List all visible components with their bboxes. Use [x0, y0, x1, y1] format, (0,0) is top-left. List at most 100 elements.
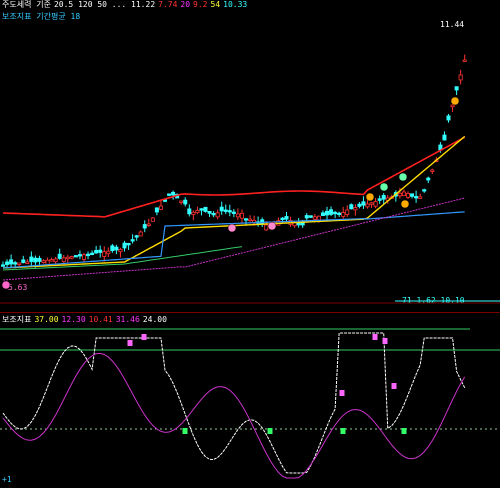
- candle-body: [211, 212, 216, 216]
- candle-body: [414, 196, 419, 199]
- candle: [401, 189, 406, 197]
- candle: [353, 204, 358, 216]
- candle: [73, 254, 78, 258]
- candle: [207, 210, 212, 217]
- main-chart-pane[interactable]: 주도세력 기준 20.5 120 50 ... 11.22 7.74 20 9.2 54 1…: [0, 0, 500, 312]
- candle: [86, 251, 91, 260]
- signal-marker: [400, 199, 410, 209]
- candle: [110, 243, 115, 253]
- candle-body: [9, 259, 14, 265]
- candle: [365, 199, 370, 209]
- candle: [426, 176, 431, 184]
- candle-body: [5, 261, 10, 265]
- candle-body: [138, 231, 143, 237]
- candle: [454, 86, 459, 96]
- candle-body: [13, 262, 18, 265]
- candle-body: [426, 177, 431, 181]
- candle: [41, 259, 46, 264]
- candle-body: [264, 224, 269, 231]
- candle: [284, 212, 289, 221]
- candle: [167, 193, 172, 197]
- candle-body: [223, 209, 228, 212]
- candle-body: [122, 242, 127, 249]
- buy-marker: [267, 428, 273, 434]
- candle: [53, 256, 58, 264]
- candle-body: [0, 264, 6, 267]
- candle: [154, 207, 159, 216]
- candle-body: [73, 255, 78, 258]
- candle-body: [418, 196, 423, 199]
- candle: [29, 251, 34, 268]
- candle-body: [324, 210, 329, 216]
- candle: [361, 196, 366, 209]
- candle: [324, 206, 329, 221]
- candle-body: [296, 222, 301, 226]
- candle: [126, 242, 131, 250]
- candle-body: [316, 215, 321, 221]
- candle-body: [187, 208, 192, 215]
- candle: [329, 206, 334, 217]
- candle-body: [94, 249, 99, 254]
- candle: [130, 234, 135, 244]
- candle-body: [361, 201, 366, 206]
- candle-body: [126, 243, 131, 246]
- candle: [150, 216, 155, 222]
- candle: [357, 202, 362, 209]
- sell-marker: [339, 390, 345, 396]
- signal-marker: [450, 96, 460, 106]
- candle-body: [239, 212, 244, 219]
- buy-marker: [182, 428, 188, 434]
- candle: [77, 250, 82, 260]
- oscillator-chart[interactable]: [0, 313, 500, 488]
- candle-body: [146, 223, 151, 227]
- candle-body: [77, 254, 82, 257]
- buy-marker: [401, 428, 407, 434]
- candle-body: [405, 193, 410, 198]
- candle: [304, 213, 309, 222]
- sell-marker: [372, 334, 378, 340]
- candle: [5, 259, 10, 268]
- candle-body: [134, 235, 139, 238]
- candle-body: [329, 209, 334, 215]
- candle-body: [349, 204, 354, 210]
- sell-marker: [391, 383, 397, 389]
- candle-body: [345, 209, 350, 215]
- candle: [106, 247, 111, 258]
- signal-marker: [267, 221, 277, 231]
- candle-body: [53, 258, 58, 263]
- candle-body: [397, 192, 402, 197]
- ma-red-line: [2, 136, 466, 218]
- candle: [418, 193, 423, 199]
- candle: [183, 197, 188, 207]
- candle: [179, 200, 184, 205]
- candle-body: [235, 213, 240, 218]
- sell-marker: [382, 338, 388, 344]
- candle: [138, 230, 143, 237]
- candle: [369, 202, 374, 208]
- candle-body: [369, 202, 374, 205]
- candle: [49, 257, 54, 262]
- candle: [57, 248, 62, 260]
- candle-body: [381, 195, 386, 200]
- signal-marker: [227, 223, 237, 233]
- candle: [114, 244, 119, 255]
- candle: [203, 206, 208, 213]
- candle: [381, 193, 386, 205]
- candle: [142, 220, 147, 233]
- candle-body: [154, 207, 159, 213]
- oscillator-pane[interactable]: 보조지표 37.00 12.30 10.41 31.46 24.00 +1: [0, 312, 500, 488]
- candle: [134, 234, 139, 241]
- candle-body: [37, 257, 42, 262]
- candle-body: [401, 191, 406, 197]
- candle-body: [82, 254, 87, 260]
- candle-body: [171, 191, 176, 196]
- candle: [94, 245, 99, 254]
- candle-body: [446, 115, 451, 121]
- candle: [446, 114, 451, 123]
- candle-body: [219, 206, 224, 212]
- candle: [37, 255, 42, 265]
- candlestick-chart[interactable]: [0, 0, 500, 312]
- candle-body: [102, 251, 107, 257]
- candle-body: [142, 224, 147, 229]
- candle-body: [341, 212, 346, 217]
